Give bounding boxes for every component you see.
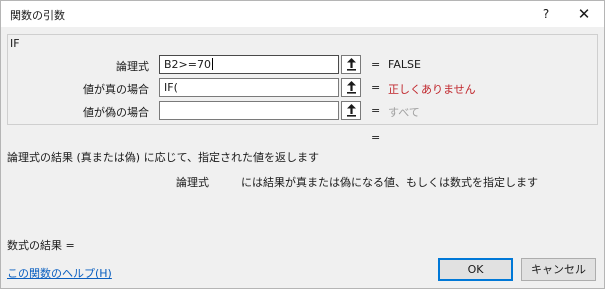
dialog-title: 関数の引数: [10, 9, 65, 22]
collapse-dialog-icon: [347, 104, 356, 117]
text-cursor: [211, 58, 213, 70]
arg-value: IF(: [164, 81, 178, 94]
formula-result: 数式の結果 =: [7, 239, 75, 252]
function-help-link[interactable]: この関数のヘルプ(H): [7, 265, 112, 281]
arg-input-value-if-true[interactable]: IF(: [159, 78, 339, 97]
arg-label-value-if-false: 値が偽の場合: [83, 106, 149, 119]
arg-input-value-if-false[interactable]: [159, 101, 339, 120]
collapse-dialog-icon: [347, 58, 356, 71]
collapse-dialog-button[interactable]: [341, 55, 361, 74]
arg-label-value-if-true: 値が真の場合: [83, 83, 149, 96]
help-button[interactable]: ?: [537, 5, 555, 23]
arg-input-logical-test[interactable]: B2>=70: [159, 55, 339, 74]
function-arguments-dialog: 関数の引数 ? ✕ IF 論理式 B2>=70 = FALSE 値が真の場合 I…: [0, 0, 605, 289]
function-result-equals: =: [371, 131, 381, 144]
function-name: IF: [10, 37, 20, 50]
equals-sign: =: [371, 104, 381, 117]
arg-result-value-if-true: 正しくありません: [388, 83, 476, 96]
equals-sign: =: [371, 81, 381, 94]
arg-help-text: には結果が真または偽になる値、もしくは数式を指定します: [241, 176, 538, 189]
collapse-dialog-button[interactable]: [341, 101, 361, 120]
arg-result-value-if-false: すべて: [388, 106, 420, 119]
ok-button[interactable]: OK: [438, 258, 513, 281]
arg-value: B2>=70: [164, 58, 211, 71]
equals-sign: =: [371, 58, 381, 71]
arg-label-logical-test: 論理式: [116, 60, 149, 73]
collapse-dialog-button[interactable]: [341, 78, 361, 97]
collapse-dialog-icon: [347, 81, 356, 94]
function-description: 論理式の結果 (真または偽) に応じて、指定された値を返します: [7, 151, 320, 164]
cancel-button[interactable]: キャンセル: [521, 258, 596, 281]
close-button[interactable]: ✕: [573, 4, 595, 24]
title-bar: 関数の引数 ? ✕: [1, 1, 604, 27]
arg-help-name: 論理式: [176, 176, 209, 189]
arg-result-logical-test: FALSE: [388, 58, 421, 71]
